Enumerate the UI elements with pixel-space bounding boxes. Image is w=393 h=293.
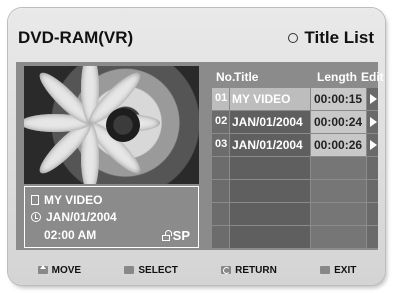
edit-arrow-icon[interactable] (370, 117, 377, 127)
content-panel: MY VIDEO JAN/01/2004 02:00 AM SP No. Tit… (16, 62, 384, 250)
info-date-line: JAN/01/2004 (31, 210, 117, 224)
col-length: Length (317, 70, 357, 84)
info-time: 02:00 AM (44, 228, 97, 242)
menu-title-label: Title List (304, 28, 374, 47)
footer-help-bar: MOVE SELECT RETURN EXIT (16, 258, 378, 282)
info-title: MY VIDEO (44, 193, 103, 207)
row-number: 01 (215, 92, 228, 104)
row-length: 00:00:15 (314, 92, 363, 106)
row-length: 00:00:24 (314, 115, 363, 129)
enter-icon (124, 266, 135, 274)
header-bar: DVD-RAM(VR) Title List (16, 22, 378, 54)
footer-select: SELECT (124, 264, 178, 276)
info-title-line: MY VIDEO (31, 193, 102, 207)
empty-title-row (212, 226, 378, 248)
footer-move-label: MOVE (51, 264, 82, 276)
menu-title: Title List (288, 28, 378, 48)
flower-center (106, 108, 140, 142)
col-title: Title (234, 70, 259, 84)
title-row[interactable]: 02 JAN/01/2004 00:00:24 (212, 111, 378, 133)
return-icon (221, 266, 232, 274)
row-title: JAN/01/2004 (232, 115, 303, 129)
row-title: JAN/01/2004 (232, 138, 303, 152)
edit-arrow-icon[interactable] (370, 94, 377, 104)
row-number: 02 (215, 115, 228, 127)
footer-move: MOVE (37, 264, 82, 276)
row-length: 00:00:26 (314, 138, 363, 152)
disc-type-label: DVD-RAM(VR) (18, 28, 134, 47)
title-list-rows: 01 MY VIDEO 00:00:15 02 JAN/01/2004 00:00:24 0… (212, 88, 378, 249)
info-date: JAN/01/2004 (46, 210, 117, 224)
col-no: No. (216, 70, 236, 84)
quality-badge: SP (161, 228, 190, 243)
circle-icon (288, 33, 299, 43)
move-icon (37, 265, 48, 274)
title-row[interactable]: 03 JAN/01/2004 00:00:26 (212, 134, 378, 156)
video-preview-thumbnail (24, 66, 199, 184)
empty-title-row (212, 180, 378, 202)
menu-icon (320, 266, 331, 274)
empty-title-row (212, 203, 378, 225)
clock-icon (31, 212, 41, 222)
col-edit: Edit (361, 70, 384, 84)
title-list: No. Title Length Edit 01 MY VIDEO 00:00:15… (212, 66, 384, 248)
empty-title-row (212, 157, 378, 179)
row-title: MY VIDEO (232, 92, 291, 106)
unlock-icon (161, 229, 172, 241)
title-icon (31, 195, 39, 205)
edit-arrow-icon[interactable] (370, 140, 377, 150)
footer-select-label: SELECT (138, 264, 178, 276)
info-time-line: 02:00 AM (31, 228, 96, 242)
footer-return-label: RETURN (235, 264, 277, 276)
footer-return: RETURN (221, 265, 277, 276)
footer-exit: EXIT (320, 265, 356, 276)
quality-label: SP (172, 228, 190, 243)
row-number: 03 (215, 138, 228, 150)
title-row[interactable]: 01 MY VIDEO 00:00:15 (212, 88, 378, 110)
footer-exit-label: EXIT (334, 264, 357, 276)
title-info-box: MY VIDEO JAN/01/2004 02:00 AM SP (24, 186, 199, 248)
title-list-header: No. Title Length Edit (212, 66, 384, 88)
